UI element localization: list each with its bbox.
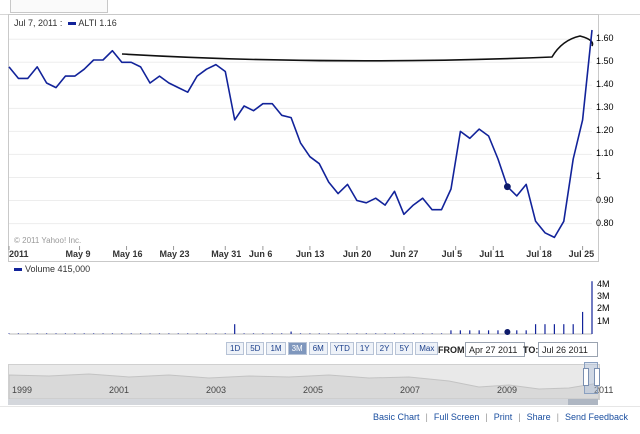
range-button-2y[interactable]: 2Y xyxy=(375,342,394,355)
x-tick-label: Jun 6 xyxy=(248,249,273,259)
x-tick-label: Jun 27 xyxy=(389,249,419,259)
x-tick-label: May 31 xyxy=(211,249,242,259)
range-button-max[interactable]: Max xyxy=(415,342,439,355)
from-label: FROM: xyxy=(438,345,468,355)
footer-separator: | xyxy=(556,412,559,422)
navigator-year-label: 1999 xyxy=(12,385,33,395)
range-button-5d[interactable]: 5D xyxy=(246,342,265,355)
navigator-scroll-thumb[interactable] xyxy=(568,399,598,405)
volume-tick-label: 1M xyxy=(597,315,610,326)
x-tick-label: May 9 xyxy=(65,249,91,259)
range-button-1m[interactable]: 1M xyxy=(266,342,286,355)
x-tick-label: Jun 13 xyxy=(295,249,325,259)
x-tick-label: Jul 11 xyxy=(479,249,505,259)
volume-chart xyxy=(8,281,593,335)
range-button-3m[interactable]: 3M xyxy=(287,342,307,355)
range-button-1y[interactable]: 1Y xyxy=(355,342,374,355)
from-date-input[interactable] xyxy=(465,342,525,357)
x-tick-label: May 23 xyxy=(159,249,190,259)
footer-link-basic-chart[interactable]: Basic Chart xyxy=(373,412,420,422)
y-tick-label: 1.20 xyxy=(596,125,614,136)
navigator-scrollbar[interactable] xyxy=(8,399,598,405)
footer-separator: | xyxy=(518,412,521,422)
volume-tick-label: 3M xyxy=(597,291,610,302)
x-tick-label: May 16 xyxy=(112,249,143,259)
y-tick-label: 1.50 xyxy=(596,56,614,67)
hover-marker[interactable] xyxy=(503,183,511,191)
volume-tick-label: 4M xyxy=(597,278,610,289)
navigator-year-label: 2007 xyxy=(400,385,421,395)
overlay-line xyxy=(121,35,594,62)
footer-link-send-feedback[interactable]: Send Feedback xyxy=(565,412,628,422)
navigator-year-label: 2005 xyxy=(303,385,324,395)
price-chart xyxy=(8,29,594,250)
x-tick-label: Jul 5 xyxy=(441,249,463,259)
x-tick-label: Jul 25 xyxy=(568,249,595,259)
copyright-text: © 2011 Yahoo! Inc. xyxy=(14,236,82,245)
footer-link-print[interactable]: Print xyxy=(494,412,513,422)
range-button-6m[interactable]: 6M xyxy=(308,342,328,355)
navigator-year-label: 2003 xyxy=(206,385,227,395)
range-button-1d[interactable]: 1D xyxy=(226,342,245,355)
y-tick-label: 1 xyxy=(596,171,602,182)
footer-divider xyxy=(0,406,640,407)
footer-link-full-screen[interactable]: Full Screen xyxy=(434,412,480,422)
range-button-5y[interactable]: 5Y xyxy=(395,342,414,355)
range-selector: 1D 5D 1M 3M 6M YTD 1Y 2Y 5Y Max xyxy=(226,342,439,355)
x-tick-label: 2011 xyxy=(9,249,29,259)
to-label: TO: xyxy=(523,345,539,355)
navigator-left-handle[interactable] xyxy=(583,368,589,386)
volume-hover-marker xyxy=(504,329,511,335)
navigator-year-label: 2001 xyxy=(109,385,130,395)
footer-link-share[interactable]: Share xyxy=(527,412,551,422)
y-tick-label: 1.40 xyxy=(596,79,614,90)
y-tick-label: 0.90 xyxy=(596,194,614,205)
volume-tick-label: 2M xyxy=(597,303,610,314)
y-tick-label: 1.60 xyxy=(596,33,614,44)
footer-separator: | xyxy=(425,412,428,422)
x-tick-label: Jun 20 xyxy=(342,249,372,259)
navigator-year-label: 2009 xyxy=(497,385,518,395)
footer-links: Basic Chart | Full Screen | Print | Share | Send… xyxy=(373,412,628,422)
to-date-input[interactable] xyxy=(538,342,598,357)
y-tick-label: 1.30 xyxy=(596,102,614,113)
range-button-ytd[interactable]: YTD xyxy=(329,342,354,355)
footer-separator: | xyxy=(485,412,488,422)
navigator-right-handle[interactable] xyxy=(594,368,600,386)
x-tick-label: Jul 18 xyxy=(526,249,552,259)
y-tick-label: 0.80 xyxy=(596,217,614,228)
y-tick-label: 1.10 xyxy=(596,148,614,159)
